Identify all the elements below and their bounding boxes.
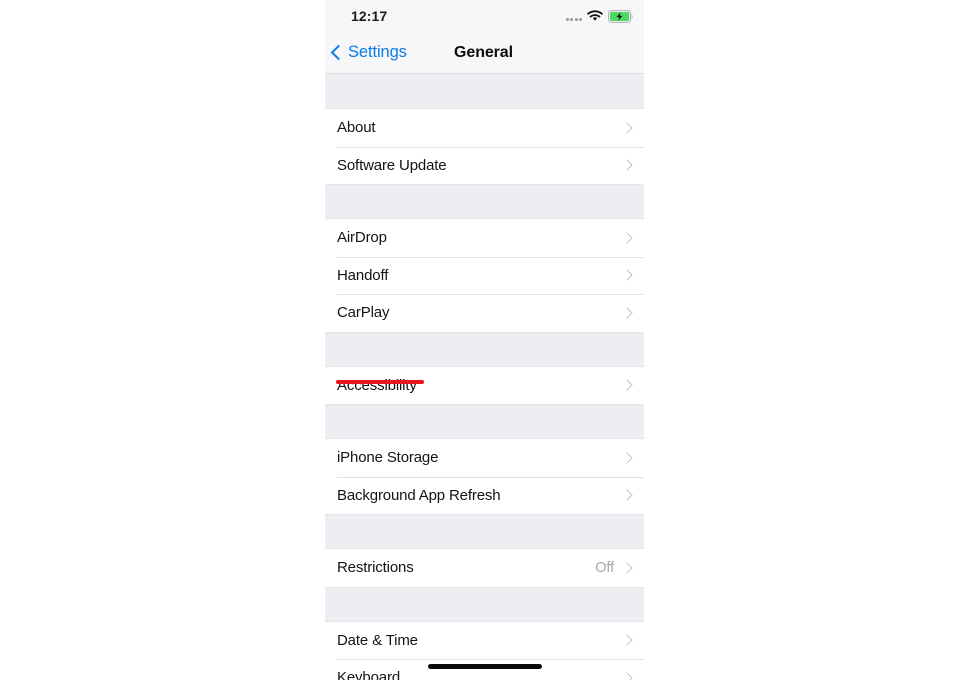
accessibility-red-underline-annotation	[336, 380, 424, 384]
settings-row-date-time[interactable]: Date & Time	[325, 621, 644, 659]
row-label: Restrictions	[337, 559, 414, 577]
row-label: Software Update	[337, 156, 447, 174]
page-title: General	[454, 44, 513, 61]
signal-dots-icon	[565, 9, 582, 23]
row-accessory: Off	[595, 560, 644, 576]
row-label: Date & Time	[337, 631, 418, 649]
settings-group-3: Accessibility	[325, 366, 644, 404]
group-spacer	[325, 74, 644, 109]
group-spacer	[325, 331, 644, 367]
row-accessory	[621, 379, 644, 391]
chevron-right-icon	[621, 122, 633, 134]
phone-screen: 12:17 Settings General About Software Up…	[325, 0, 644, 680]
row-label: CarPlay	[337, 304, 390, 322]
row-label: AirDrop	[337, 229, 387, 247]
settings-row-iphone-storage[interactable]: iPhone Storage	[325, 439, 644, 477]
settings-row-about[interactable]: About	[325, 109, 644, 147]
row-label: iPhone Storage	[337, 449, 439, 467]
settings-group-2: AirDrop Handoff CarPlay	[325, 219, 644, 332]
row-accessory	[621, 269, 644, 281]
group-spacer	[325, 184, 644, 219]
settings-row-keyboard[interactable]: Keyboard	[325, 659, 644, 680]
navigation-bar: Settings General	[325, 36, 644, 74]
settings-group-5: Restrictions Off	[325, 549, 644, 587]
settings-row-airdrop[interactable]: AirDrop	[325, 219, 644, 257]
wifi-icon	[587, 10, 603, 22]
page-root: 12:17 Settings General About Software Up…	[0, 0, 960, 680]
chevron-right-icon	[621, 489, 633, 501]
row-accessory	[621, 122, 644, 134]
row-accessory	[621, 232, 644, 244]
settings-row-carplay[interactable]: CarPlay	[325, 294, 644, 332]
chevron-right-icon	[621, 634, 633, 646]
settings-row-restrictions[interactable]: Restrictions Off	[325, 549, 644, 587]
row-value: Off	[595, 559, 614, 576]
group-spacer	[325, 514, 644, 549]
status-bar-time: 12:17	[351, 8, 388, 24]
row-accessory	[621, 452, 644, 464]
group-spacer	[325, 586, 644, 622]
row-label: About	[337, 119, 376, 137]
chevron-right-icon	[621, 307, 633, 319]
settings-group-6: Date & Time Keyboard Language & Region	[325, 621, 644, 680]
group-spacer	[325, 404, 644, 439]
home-indicator	[428, 664, 542, 669]
row-label: Background App Refresh	[337, 486, 501, 504]
settings-list: About Software Update AirDrop Handoff Ca…	[325, 74, 644, 680]
chevron-right-icon	[621, 379, 633, 391]
row-accessory	[621, 672, 644, 680]
battery-charging-icon	[608, 9, 634, 23]
row-accessory	[621, 307, 644, 319]
chevron-right-icon	[621, 672, 633, 680]
chevron-right-icon	[621, 452, 633, 464]
settings-row-accessibility[interactable]: Accessibility	[325, 366, 644, 404]
chevron-right-icon	[621, 159, 633, 171]
row-accessory	[621, 634, 644, 646]
status-bar-indicators	[565, 8, 635, 24]
chevron-right-icon	[621, 562, 633, 574]
settings-group-1: About Software Update	[325, 109, 644, 184]
chevron-right-icon	[621, 232, 633, 244]
settings-row-software-update[interactable]: Software Update	[325, 146, 644, 184]
row-accessory	[621, 159, 644, 171]
chevron-right-icon	[621, 269, 633, 281]
settings-group-4: iPhone Storage Background App Refresh	[325, 439, 644, 514]
row-label: Keyboard	[337, 669, 401, 680]
status-bar: 12:17	[325, 0, 644, 36]
row-accessory	[621, 489, 644, 501]
settings-row-handoff[interactable]: Handoff	[325, 256, 644, 294]
row-label: Handoff	[337, 266, 389, 284]
settings-row-background-app-refresh[interactable]: Background App Refresh	[325, 476, 644, 514]
